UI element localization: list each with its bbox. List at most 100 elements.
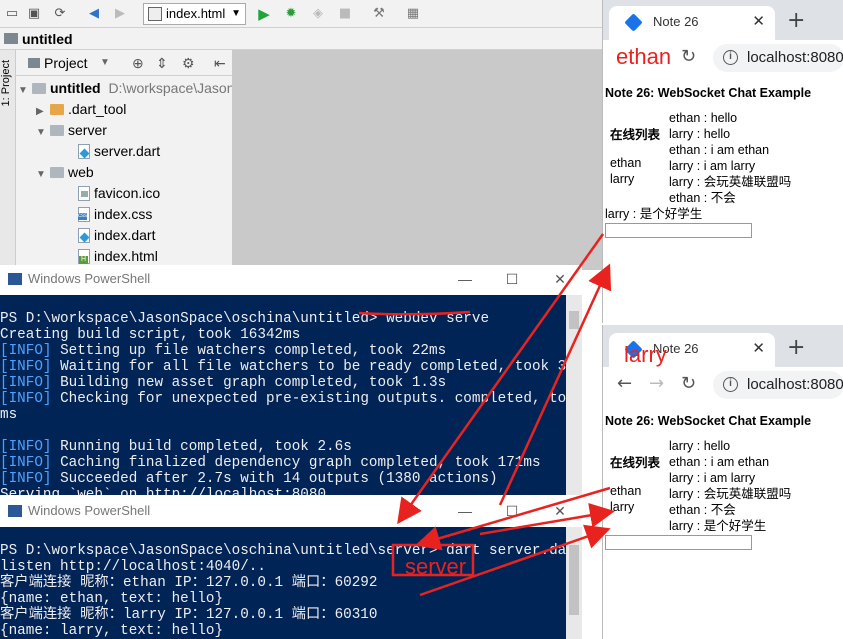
stop-icon[interactable]: ■	[337, 6, 353, 22]
sync-icon[interactable]: ⟳	[52, 6, 68, 22]
chat-message: ethan : hello	[669, 111, 738, 125]
chat-message: larry : i am larry	[669, 471, 756, 485]
chat-message: larry : 是个好学生	[605, 207, 703, 221]
powershell-titlebar-1[interactable]: Windows PowerShell — ☐ ✕	[0, 265, 582, 293]
folder-icon	[32, 83, 46, 94]
powershell-icon	[8, 505, 22, 517]
tree-item-server-dart[interactable]: server.dart	[78, 141, 160, 162]
tree-item-index-dart[interactable]: index.dart	[78, 225, 155, 246]
online-user: ethan	[610, 156, 642, 170]
reload-icon[interactable]: ↻	[681, 46, 696, 67]
project-tool-tab[interactable]: 1: Project	[0, 60, 16, 106]
folder-icon	[50, 167, 64, 178]
structure-icon[interactable]: ▦	[405, 6, 421, 22]
scrollbar-thumb[interactable]	[569, 311, 579, 329]
console-line: [INFO] Caching finalized dependency grap…	[0, 455, 541, 471]
css-file-icon	[78, 207, 90, 222]
save-icon[interactable]: ▣	[26, 6, 42, 22]
powershell-titlebar-2[interactable]: Windows PowerShell — ☐ ✕	[0, 497, 582, 525]
close-icon[interactable]: ✕	[545, 265, 575, 293]
tree-item-favicon[interactable]: favicon.ico	[78, 183, 160, 204]
back-arrow-icon[interactable]: ←	[617, 373, 632, 394]
breadcrumb-project[interactable]: untitled	[22, 28, 73, 50]
forward-arrow-icon[interactable]: →	[649, 373, 664, 394]
gear-icon[interactable]: ⚙	[182, 50, 195, 76]
project-view-selector[interactable]: Project	[44, 50, 88, 76]
tree-item-label: index.html	[94, 248, 158, 264]
console-line: ms	[0, 407, 18, 423]
dart-file-icon	[78, 144, 90, 159]
console-line: Serving `web` on http://localhost:8080	[0, 487, 327, 495]
chat-input[interactable]	[605, 535, 752, 550]
html-file-icon	[148, 7, 162, 21]
powershell-console-1[interactable]: PS D:\workspace\JasonSpace\oschina\untit…	[0, 295, 566, 495]
reload-icon[interactable]: ↻	[681, 373, 696, 394]
address-bar[interactable]: i localhost:8080	[713, 371, 843, 399]
chevron-down-icon: ▼	[36, 127, 46, 138]
close-icon[interactable]: ✕	[752, 333, 765, 365]
html-file-icon	[78, 249, 90, 264]
url-text: localhost:8080	[747, 376, 843, 393]
maximize-icon[interactable]: ☐	[497, 265, 527, 293]
tree-item-label: index.dart	[94, 227, 156, 243]
coverage-icon[interactable]: ◈	[310, 6, 326, 22]
minimize-icon[interactable]: —	[450, 497, 480, 525]
minimize-icon[interactable]: —	[450, 265, 480, 293]
run-icon[interactable]: ▶	[256, 6, 272, 22]
chevron-down-icon[interactable]: ▼	[100, 50, 110, 76]
close-icon[interactable]: ✕	[752, 6, 765, 38]
console-line: Creating build script, took 16342ms	[0, 327, 301, 343]
annotation-label-ethan: ethan	[616, 44, 672, 69]
tab-bar: Note 26 ✕ +	[603, 0, 843, 40]
tree-item-web[interactable]: ▼ web	[36, 162, 94, 183]
chat-input[interactable]	[605, 223, 752, 238]
tab-note-26[interactable]: Note 26 ✕	[609, 6, 775, 40]
chat-message: larry : hello	[669, 439, 731, 453]
chevron-right-icon: ▶	[36, 106, 44, 117]
hide-icon[interactable]: ⇤	[214, 50, 226, 76]
breadcrumb: untitled	[0, 28, 604, 50]
console-line: [INFO] Waiting for all file watchers to …	[0, 359, 566, 375]
scrollbar[interactable]	[566, 527, 582, 639]
console-line: [INFO] Checking for unexpected pre-exist…	[0, 391, 566, 407]
console-line: {name: ethan, text: hello}	[0, 591, 224, 607]
collapse-icon[interactable]: ⇕	[156, 50, 168, 76]
close-icon[interactable]: ✕	[545, 497, 575, 525]
folder-open-icon[interactable]: ▭	[4, 6, 20, 22]
powershell-console-2[interactable]: PS D:\workspace\JasonSpace\oschina\untit…	[0, 527, 566, 639]
chevron-down-icon: ▼	[18, 85, 28, 96]
online-user: larry	[610, 172, 635, 186]
editor-area	[232, 50, 604, 270]
info-icon[interactable]: i	[723, 50, 738, 65]
new-tab-icon[interactable]: +	[787, 335, 805, 360]
tab-title: Note 26	[653, 14, 699, 29]
settings-wrench-icon[interactable]: ⚒	[371, 6, 387, 22]
ide-toolbar: ▭ ▣ ⟳ ◀ ▶ index.html ▼ ▶ ✹ ◈ ■ ⚒ ▦	[0, 0, 604, 28]
console-line: PS D:\workspace\JasonSpace\oschina\untit…	[0, 311, 490, 327]
run-config-dropdown[interactable]: index.html ▼	[143, 3, 246, 25]
tree-item-index-css[interactable]: index.css	[78, 204, 152, 225]
run-config-label: index.html	[166, 6, 226, 21]
info-icon[interactable]: i	[723, 377, 738, 392]
tree-item-dart-tool[interactable]: ▶ .dart_tool	[36, 99, 126, 120]
browser-window-larry: Note 26 ✕ + ← → ↻ i localhost:8080 Note …	[602, 325, 843, 639]
chat-message: larry : 会玩英雄联盟吗	[669, 175, 792, 189]
forward-arrow-icon[interactable]: ▶	[112, 6, 128, 22]
tree-item-label: server	[68, 122, 107, 138]
debug-icon[interactable]: ✹	[283, 6, 299, 22]
scrollbar[interactable]	[566, 295, 582, 495]
address-bar[interactable]: i localhost:8080	[713, 44, 843, 72]
scrollbar-thumb[interactable]	[569, 545, 579, 615]
new-tab-icon[interactable]: +	[787, 8, 805, 33]
back-arrow-icon[interactable]: ◀	[86, 6, 102, 22]
console-line: {name: larry, text: hello}	[0, 623, 224, 639]
image-file-icon	[78, 186, 90, 201]
tree-item-untitled[interactable]: ▼ untitled D:\workspace\JasonS	[18, 78, 244, 99]
chevron-down-icon: ▼	[36, 169, 46, 180]
maximize-icon[interactable]: ☐	[497, 497, 527, 525]
target-icon[interactable]: ⊕	[132, 50, 144, 76]
tree-item-server[interactable]: ▼ server	[36, 120, 107, 141]
online-list-label: 在线列表	[610, 128, 661, 142]
tree-item-index-html[interactable]: index.html	[78, 246, 158, 267]
